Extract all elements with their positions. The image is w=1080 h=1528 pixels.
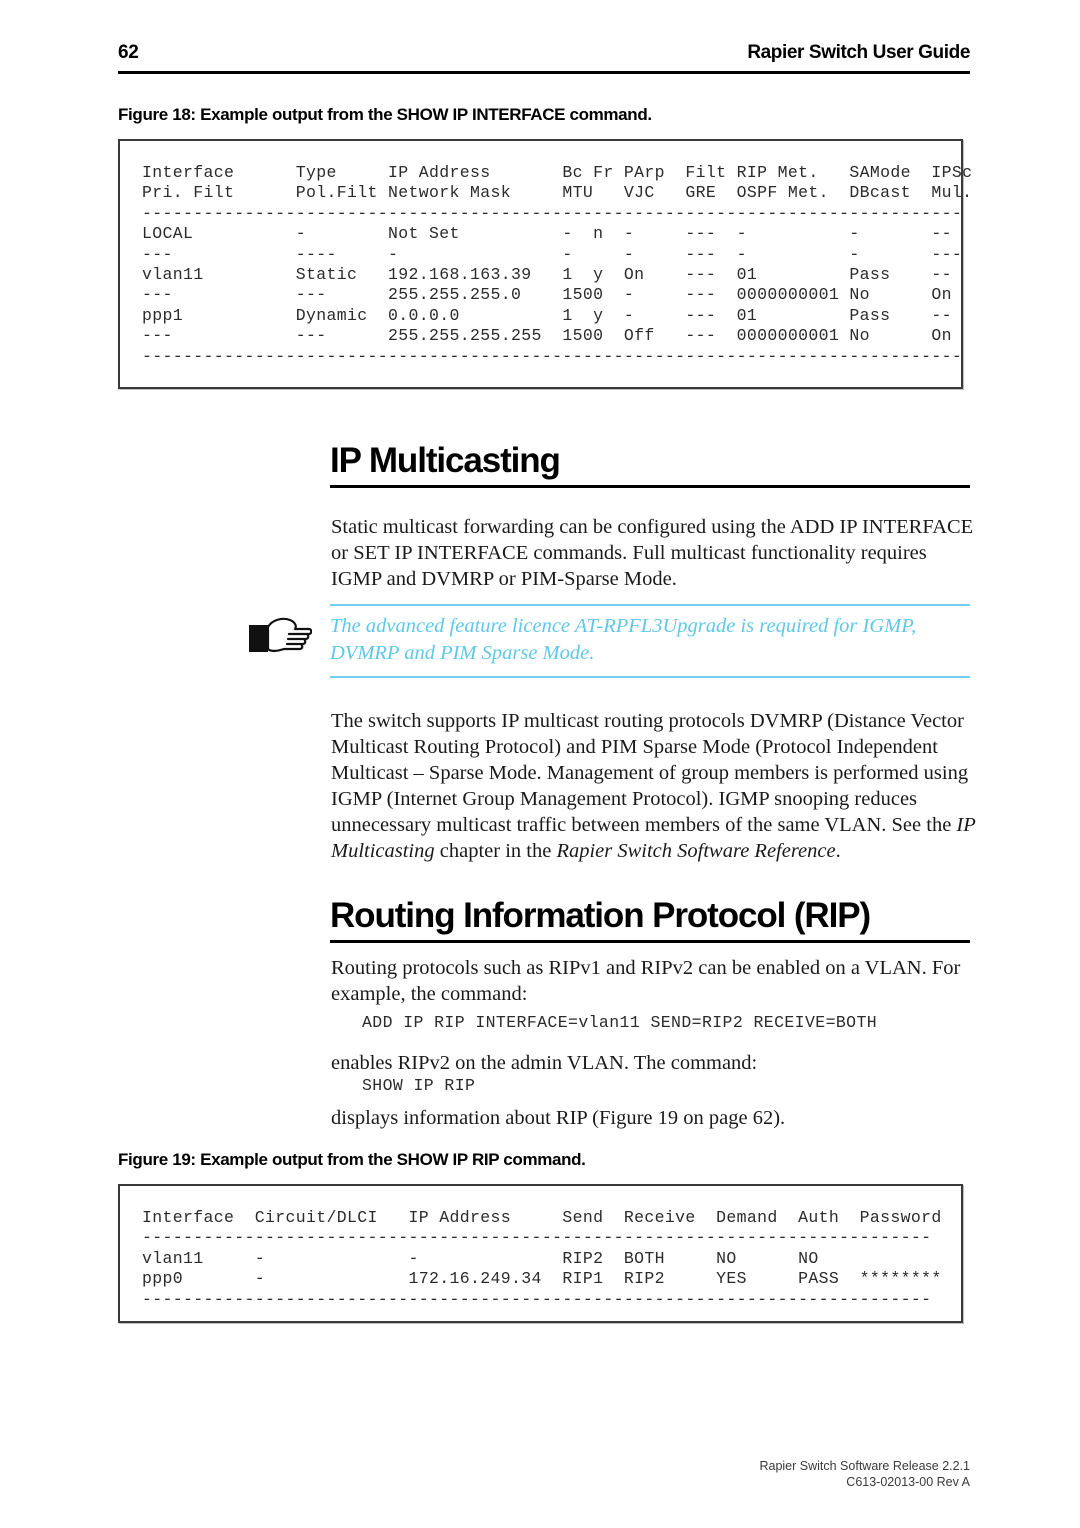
- document-title: Rapier Switch User Guide: [747, 42, 970, 63]
- section-heading-rip: Routing Information Protocol (RIP): [330, 896, 871, 935]
- ip-multicasting-paragraph-1: Static multicast forwarding can be confi…: [331, 516, 974, 590]
- note-bottom-rule: [330, 676, 970, 678]
- rip-paragraph-1: Routing protocols such as RIPv1 and RIPv…: [331, 957, 961, 1005]
- rip-command-show: SHOW IP RIP: [362, 1076, 476, 1095]
- figure-18-caption: Figure 18: Example output from the SHOW …: [118, 105, 652, 124]
- figure-19-output-text: Interface Circuit/DLCI IP Address Send R…: [142, 1208, 942, 1309]
- section-ip-multicasting: IP Multicasting: [330, 441, 970, 488]
- section-divider: [330, 485, 970, 488]
- paragraph-2-segment-1: The switch supports IP multicast routing…: [331, 710, 969, 836]
- footer-release-line: Rapier Switch Software Release 2.2.1: [759, 1459, 970, 1473]
- paragraph-2-emphasis-2: Rapier Switch Software Reference: [556, 840, 836, 862]
- rip-paragraph-2: enables RIPv2 on the admin VLAN. The com…: [331, 1052, 758, 1074]
- page-number: 62: [118, 42, 139, 63]
- rip-paragraph-3: displays information about RIP (Figure 1…: [331, 1107, 786, 1129]
- header-divider: [118, 71, 970, 74]
- footer-document-id: C613-02013-00 Rev A: [846, 1475, 970, 1489]
- section-divider-rip: [330, 940, 970, 943]
- note-text: The advanced feature licence AT-RPFL3Upg…: [330, 615, 917, 664]
- page-footer: Rapier Switch Software Release 2.2.1 C61…: [759, 1458, 970, 1490]
- note-callout: The advanced feature licence AT-RPFL3Upg…: [248, 604, 970, 678]
- figure-18-output-text: Interface Type IP Address Bc Fr PArp Fil…: [142, 163, 973, 366]
- section-rip: Routing Information Protocol (RIP): [330, 896, 970, 943]
- figure-19-caption: Figure 19: Example output from the SHOW …: [118, 1150, 586, 1169]
- pointing-hand-icon: [248, 613, 330, 666]
- rip-command-add: ADD IP RIP INTERFACE=vlan11 SEND=RIP2 RE…: [362, 1013, 878, 1032]
- page-header: 62 Rapier Switch User Guide: [118, 40, 970, 80]
- paragraph-2-segment-2: chapter in the: [434, 840, 557, 862]
- section-heading-ip-multicasting: IP Multicasting: [330, 441, 561, 480]
- figure-18-output-box: Interface Type IP Address Bc Fr PArp Fil…: [118, 139, 973, 389]
- figure-19-output-box: Interface Circuit/DLCI IP Address Send R…: [118, 1184, 963, 1323]
- ip-multicasting-paragraph-2: The switch supports IP multicast routing…: [331, 708, 979, 864]
- paragraph-2-segment-3: .: [835, 840, 841, 862]
